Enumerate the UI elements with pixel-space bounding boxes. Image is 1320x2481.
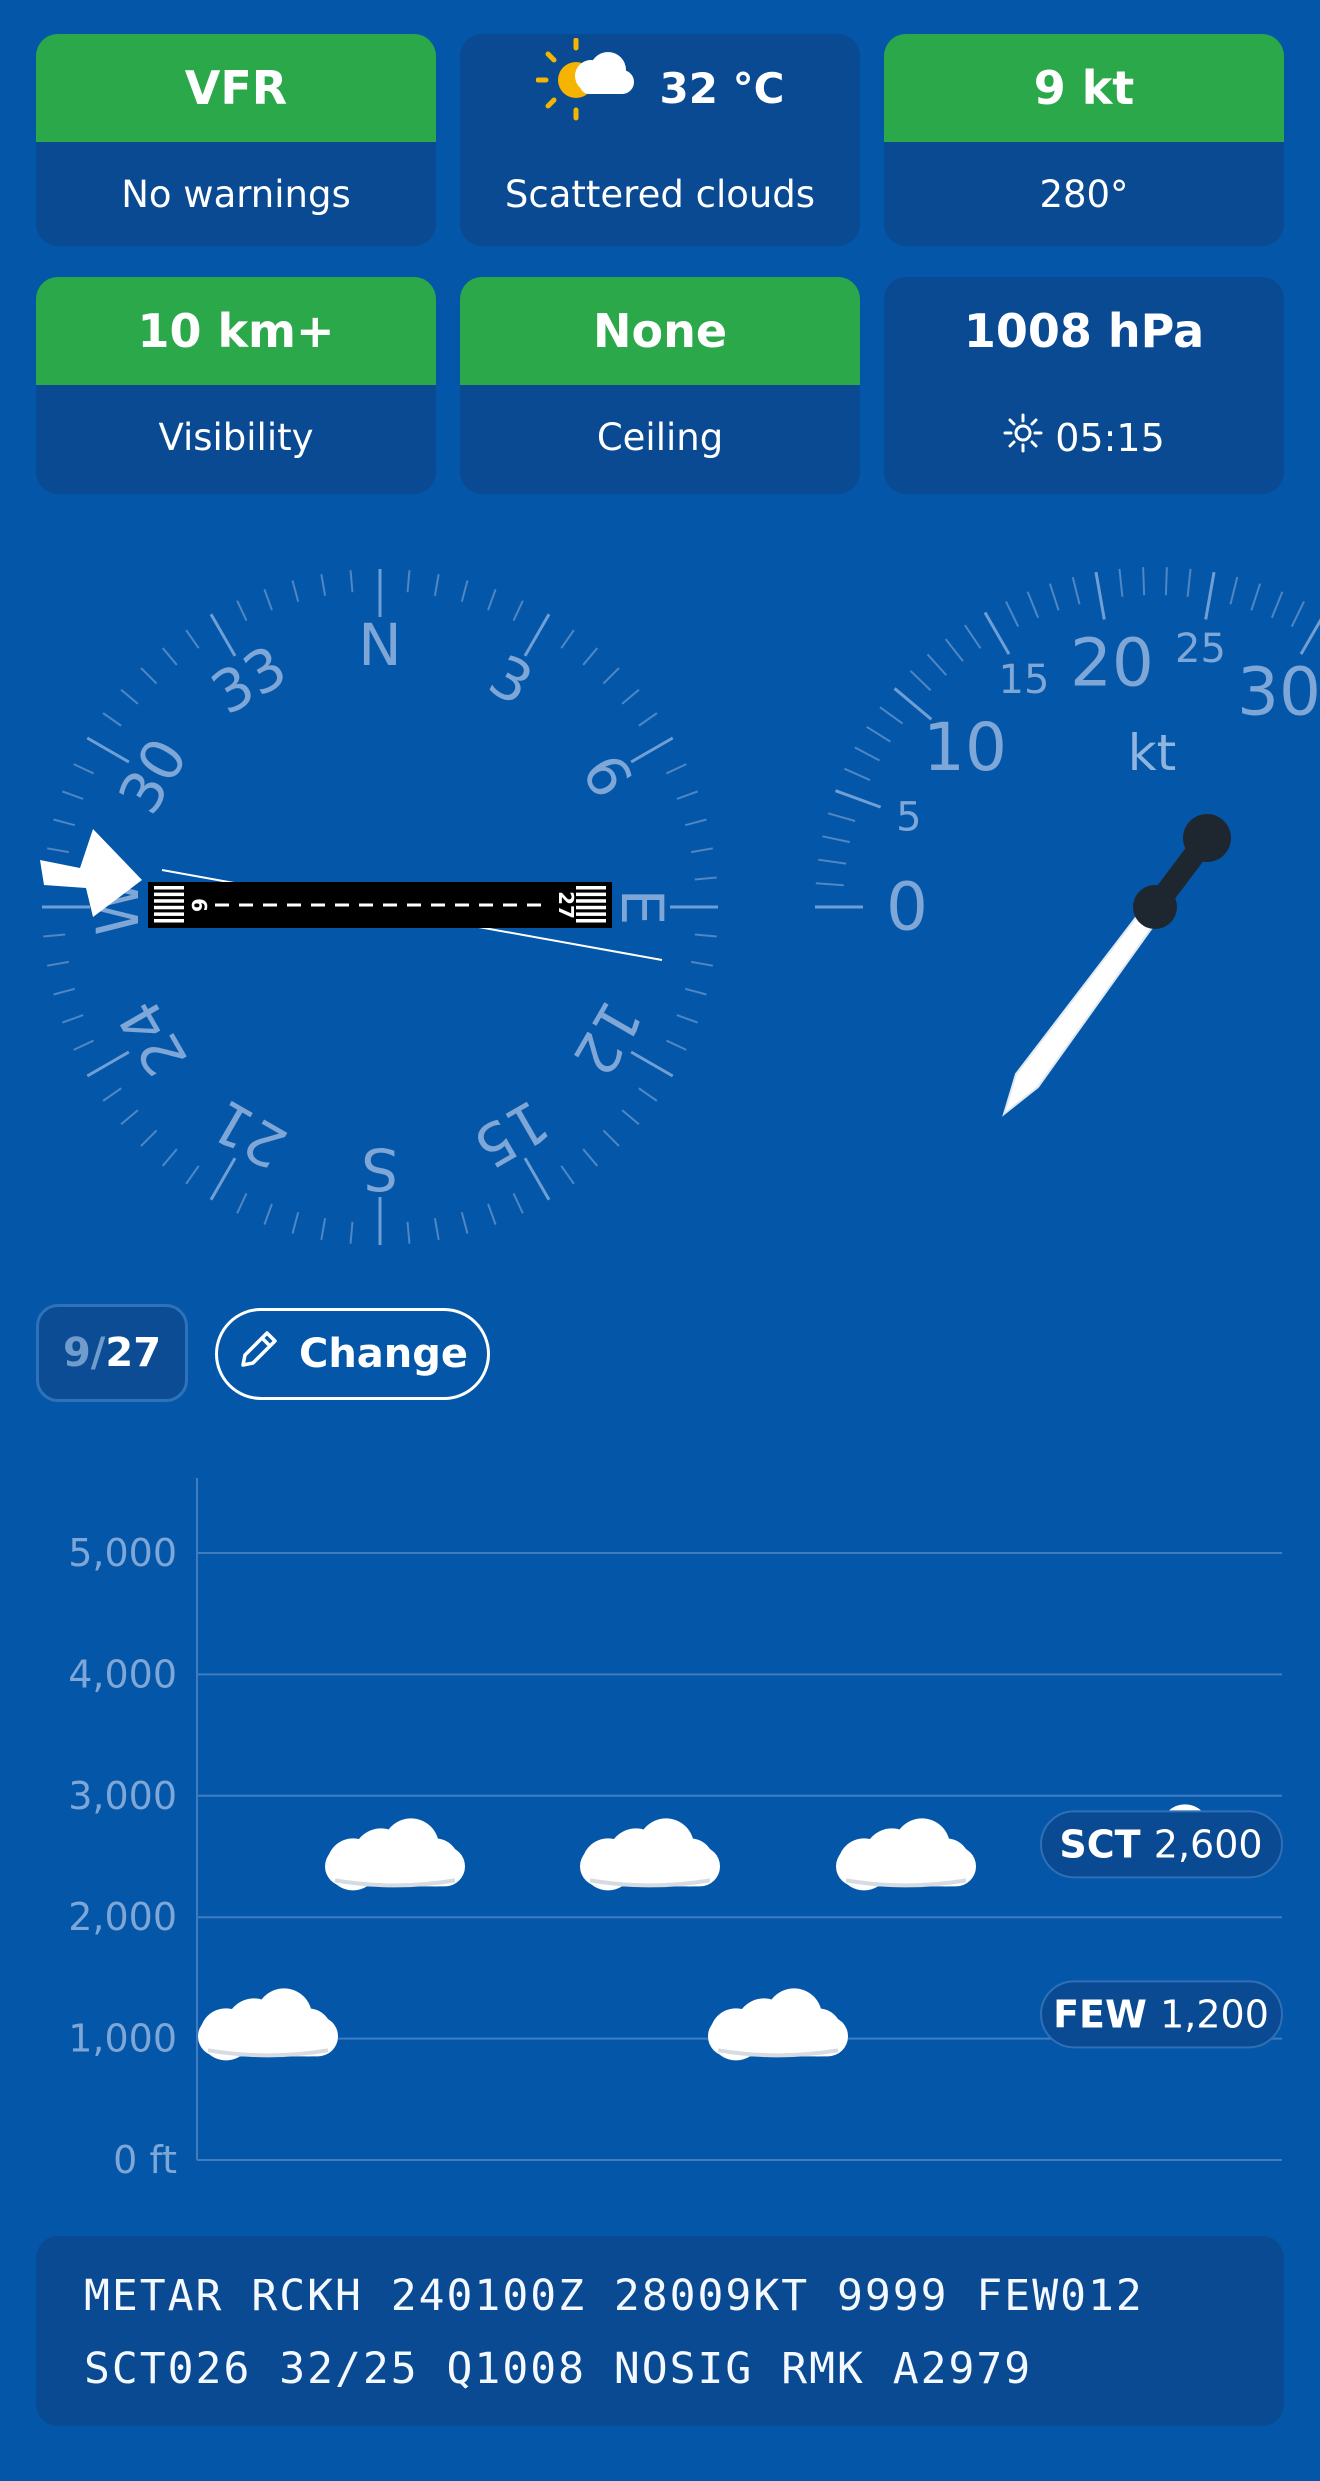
runway-end-27: 27 [554, 891, 578, 919]
cloud-layers-chart: 0 ft 1,000 2,000 3,000 4,000 5,000 FEW 1,200 S… [68, 1478, 1283, 2182]
layer-label-few: FEW 1,200 [1040, 1980, 1283, 2049]
cloud-icon [708, 1988, 848, 2061]
compass-label-15: 15 [462, 1086, 560, 1182]
change-label: Change [298, 1331, 469, 1377]
cloud-icon [580, 1818, 720, 1891]
speed-unit: kt [1128, 724, 1177, 782]
visibility-label: Visibility [158, 416, 314, 459]
wind-speed-gauge: 010203040515253545 kt [815, 567, 1320, 1117]
pressure-value: 1008 hPa [963, 304, 1205, 358]
compass-label-3: 3 [478, 641, 544, 718]
metar-line-1: METAR RCKH 240100Z 28009KT 9999 FEW012 [84, 2271, 1144, 2321]
speed-label-0: 0 [886, 869, 928, 946]
ceiling-value: None [460, 277, 860, 385]
wind-speed-value: 9 kt [884, 34, 1284, 142]
sunrise-time: 05:15 [1055, 415, 1165, 460]
y-tick-label: 2,000 [68, 1895, 177, 1939]
flight-rules-value: VFR [36, 34, 436, 142]
compass-label-24: 24 [105, 989, 201, 1087]
compass-label-S: S [362, 1135, 399, 1203]
compass-label-6: 6 [568, 743, 645, 809]
speed-label-30: 30 [1237, 654, 1320, 731]
ceiling-label: Ceiling [596, 416, 724, 459]
speed-needle [1002, 814, 1231, 1117]
cloud-icon [836, 1818, 976, 1891]
speed-label-25: 25 [1175, 626, 1226, 672]
cloud-icon [198, 1988, 338, 2061]
temperature-value: 32 °C [659, 63, 785, 113]
active-runway: 27 [105, 1330, 162, 1376]
weather-card[interactable]: 32 °C Scattered clouds [460, 34, 860, 246]
pencil-icon [237, 1327, 281, 1381]
metar-text: METAR RCKH 240100Z 28009KT 9999 FEW012 S… [36, 2236, 1284, 2426]
compass-label-21: 21 [200, 1086, 298, 1182]
compass-label-E: E [608, 889, 676, 926]
wind-compass: NESW36121521243033 9 27 [40, 569, 718, 1245]
weather-label: Scattered clouds [504, 173, 816, 216]
y-tick-label: 4,000 [68, 1652, 177, 1696]
speed-label-10: 10 [923, 709, 1007, 786]
y-tick-label: 3,000 [68, 1774, 177, 1818]
flight-rules-label: No warnings [121, 173, 351, 216]
speed-label-5: 5 [896, 794, 921, 840]
visibility-value: 10 km+ [36, 277, 436, 385]
speed-label-20: 20 [1070, 624, 1154, 701]
flight-rules-card[interactable]: VFR No warnings [36, 34, 436, 246]
sun-cloud-icon [535, 37, 636, 139]
sun-icon [1003, 413, 1043, 462]
compass-label-33: 33 [200, 632, 298, 728]
compass-label-N: N [358, 611, 401, 679]
wind-direction-value: 280° [1039, 173, 1129, 216]
y-tick-label: 1,000 [68, 2017, 177, 2061]
svg-text:FEW 1,200: FEW 1,200 [1053, 1992, 1269, 2036]
layer-label-sct: SCT 2,600 [1040, 1810, 1283, 1879]
ceiling-card[interactable]: None Ceiling [460, 277, 860, 494]
runway-selector[interactable]: 9/27 [36, 1304, 188, 1402]
compass-label-30: 30 [105, 727, 201, 825]
y-tick-label: 5,000 [68, 1531, 177, 1575]
wind-card[interactable]: 9 kt 280° [884, 34, 1284, 246]
metar-line-2: SCT026 32/25 Q1008 NOSIG RMK A2979 [84, 2344, 1033, 2394]
runway-end-9: 9 [188, 898, 212, 912]
svg-text:SCT 2,600: SCT 2,600 [1059, 1822, 1262, 1866]
cloud-icon [325, 1818, 465, 1891]
visibility-card[interactable]: 10 km+ Visibility [36, 277, 436, 494]
pressure-card[interactable]: 1008 hPa 05:15 [884, 277, 1284, 494]
speed-label-15: 15 [999, 657, 1050, 703]
change-runway-button[interactable]: Change [215, 1308, 490, 1400]
compass-label-12: 12 [559, 989, 655, 1087]
runway: 9 27 [148, 882, 612, 928]
y-tick-label: 0 ft [113, 2138, 177, 2182]
